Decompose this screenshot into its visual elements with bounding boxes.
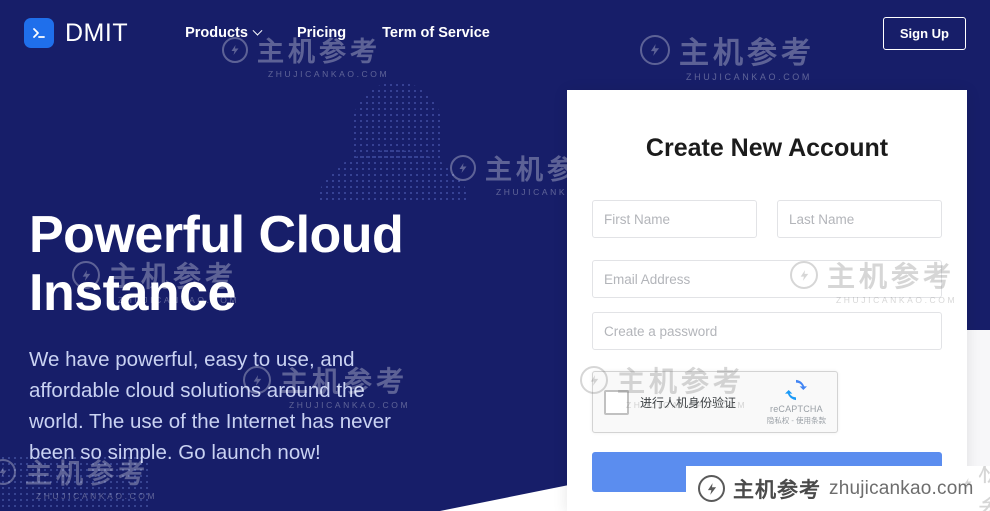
lightning-bolt-circle-icon <box>698 475 725 502</box>
hero-subtitle: We have powerful, easy to use, and affor… <box>29 348 392 464</box>
nav-item-products[interactable]: Products <box>185 25 263 41</box>
chevron-down-icon <box>252 25 263 36</box>
nav-item-pricing[interactable]: Pricing <box>297 25 346 41</box>
watermark-banner: 主机参考 zhujicankao.com <box>686 466 990 511</box>
hero-title-line-2: Instance <box>29 264 236 322</box>
terminal-prompt-icon <box>24 18 54 48</box>
nav-item-tos-label: Term of Service <box>382 25 490 41</box>
hero-title: Powerful Cloud Instance <box>29 206 499 322</box>
recaptcha-branding: reCAPTCHA 隐私权 - 使用条款 <box>767 379 826 426</box>
watermark-banner-cn-text: 主机参考 <box>733 477 821 502</box>
sign-up-button[interactable]: Sign Up <box>882 16 966 50</box>
watermark-cn-text: 主机参考 <box>978 466 990 511</box>
hero-copy: Powerful Cloud Instance We have powerful… <box>29 206 499 468</box>
last-name-input[interactable] <box>777 200 942 238</box>
nav-item-term-of-service[interactable]: Term of Service <box>382 25 490 41</box>
nav-links: Products Pricing Term of Service <box>185 25 490 41</box>
email-input[interactable] <box>592 260 942 298</box>
top-navigation-bar: DMIT Products Pricing Term of Service Si… <box>0 0 990 66</box>
hero-title-line-1: Powerful Cloud <box>29 206 404 264</box>
lightning-bolt-circle-icon <box>962 476 974 502</box>
page-root: DMIT Products Pricing Term of Service Si… <box>0 0 990 511</box>
signup-card: Create New Account 进行人机身份验证 reCAPTCHA 隐私… <box>567 90 967 511</box>
brand-logo[interactable]: DMIT <box>24 18 128 48</box>
recaptcha-label: 进行人机身份验证 <box>640 395 737 410</box>
recaptcha-logo-icon <box>785 379 808 405</box>
recaptcha-terms-text[interactable]: 隐私权 - 使用条款 <box>767 416 826 425</box>
recaptcha-checkbox[interactable] <box>604 389 629 415</box>
nav-item-pricing-label: Pricing <box>296 25 347 41</box>
signup-card-title: Create New Account <box>645 134 889 162</box>
brand-name: DMIT <box>65 18 129 47</box>
recaptcha-brand-text: reCAPTCHA <box>770 404 823 415</box>
watermark-banner-domain: zhujicankao.com <box>829 477 974 499</box>
password-input[interactable] <box>592 312 942 350</box>
watermark-overlay: 主机参考 <box>962 466 990 511</box>
first-name-input[interactable] <box>592 200 757 238</box>
name-field-row <box>592 200 942 238</box>
recaptcha-widget[interactable]: 进行人机身份验证 reCAPTCHA 隐私权 - 使用条款 <box>592 371 838 433</box>
nav-item-products-label: Products <box>185 25 248 41</box>
